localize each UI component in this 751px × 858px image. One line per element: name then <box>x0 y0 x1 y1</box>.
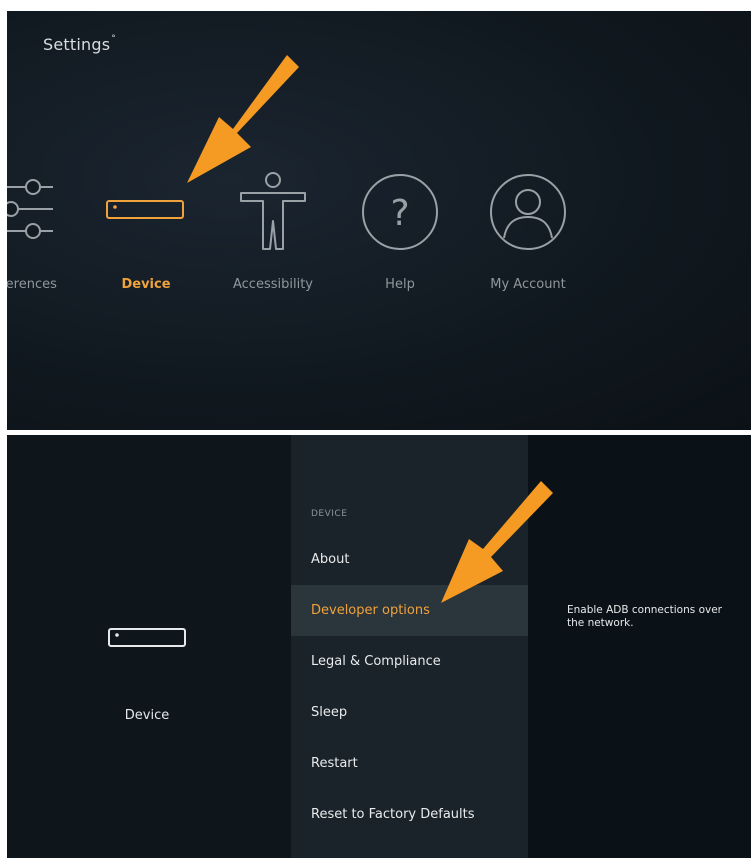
device-icon-large <box>108 628 186 647</box>
device-heading: Device <box>124 708 170 723</box>
option-description: Enable ADB connections over the network. <box>567 604 722 629</box>
description-panel <box>528 435 751 858</box>
annotation-arrow-icon-2 <box>441 481 553 603</box>
settings-title-text: Settings <box>43 35 111 54</box>
category-preferences[interactable]: ferences <box>7 277 57 292</box>
account-icon <box>490 174 566 250</box>
settings-title-mark: ° <box>111 34 116 44</box>
menu-item-restart[interactable]: Restart <box>291 738 528 789</box>
page-title: Settings° <box>43 34 116 54</box>
menu-header: DEVICE <box>311 509 348 519</box>
category-device[interactable]: Device <box>121 277 170 292</box>
annotation-arrow-icon <box>187 55 299 183</box>
category-my-account[interactable]: My Account <box>490 277 566 292</box>
help-icon: ? <box>362 174 438 250</box>
menu-item-sleep[interactable]: Sleep <box>291 687 528 738</box>
sliders-icon <box>7 179 53 239</box>
category-help[interactable]: Help <box>385 277 415 292</box>
menu-item-legal-compliance[interactable]: Legal & Compliance <box>291 636 528 687</box>
category-accessibility[interactable]: Accessibility <box>233 277 313 292</box>
settings-screen: Settings° ferences Device Accessibility … <box>7 11 751 430</box>
svg-text:?: ? <box>390 193 409 234</box>
device-settings-screen: Device DEVICE About Developer options Le… <box>7 435 751 858</box>
device-icon <box>106 200 184 219</box>
menu-item-reset-factory-defaults[interactable]: Reset to Factory Defaults <box>291 789 528 840</box>
